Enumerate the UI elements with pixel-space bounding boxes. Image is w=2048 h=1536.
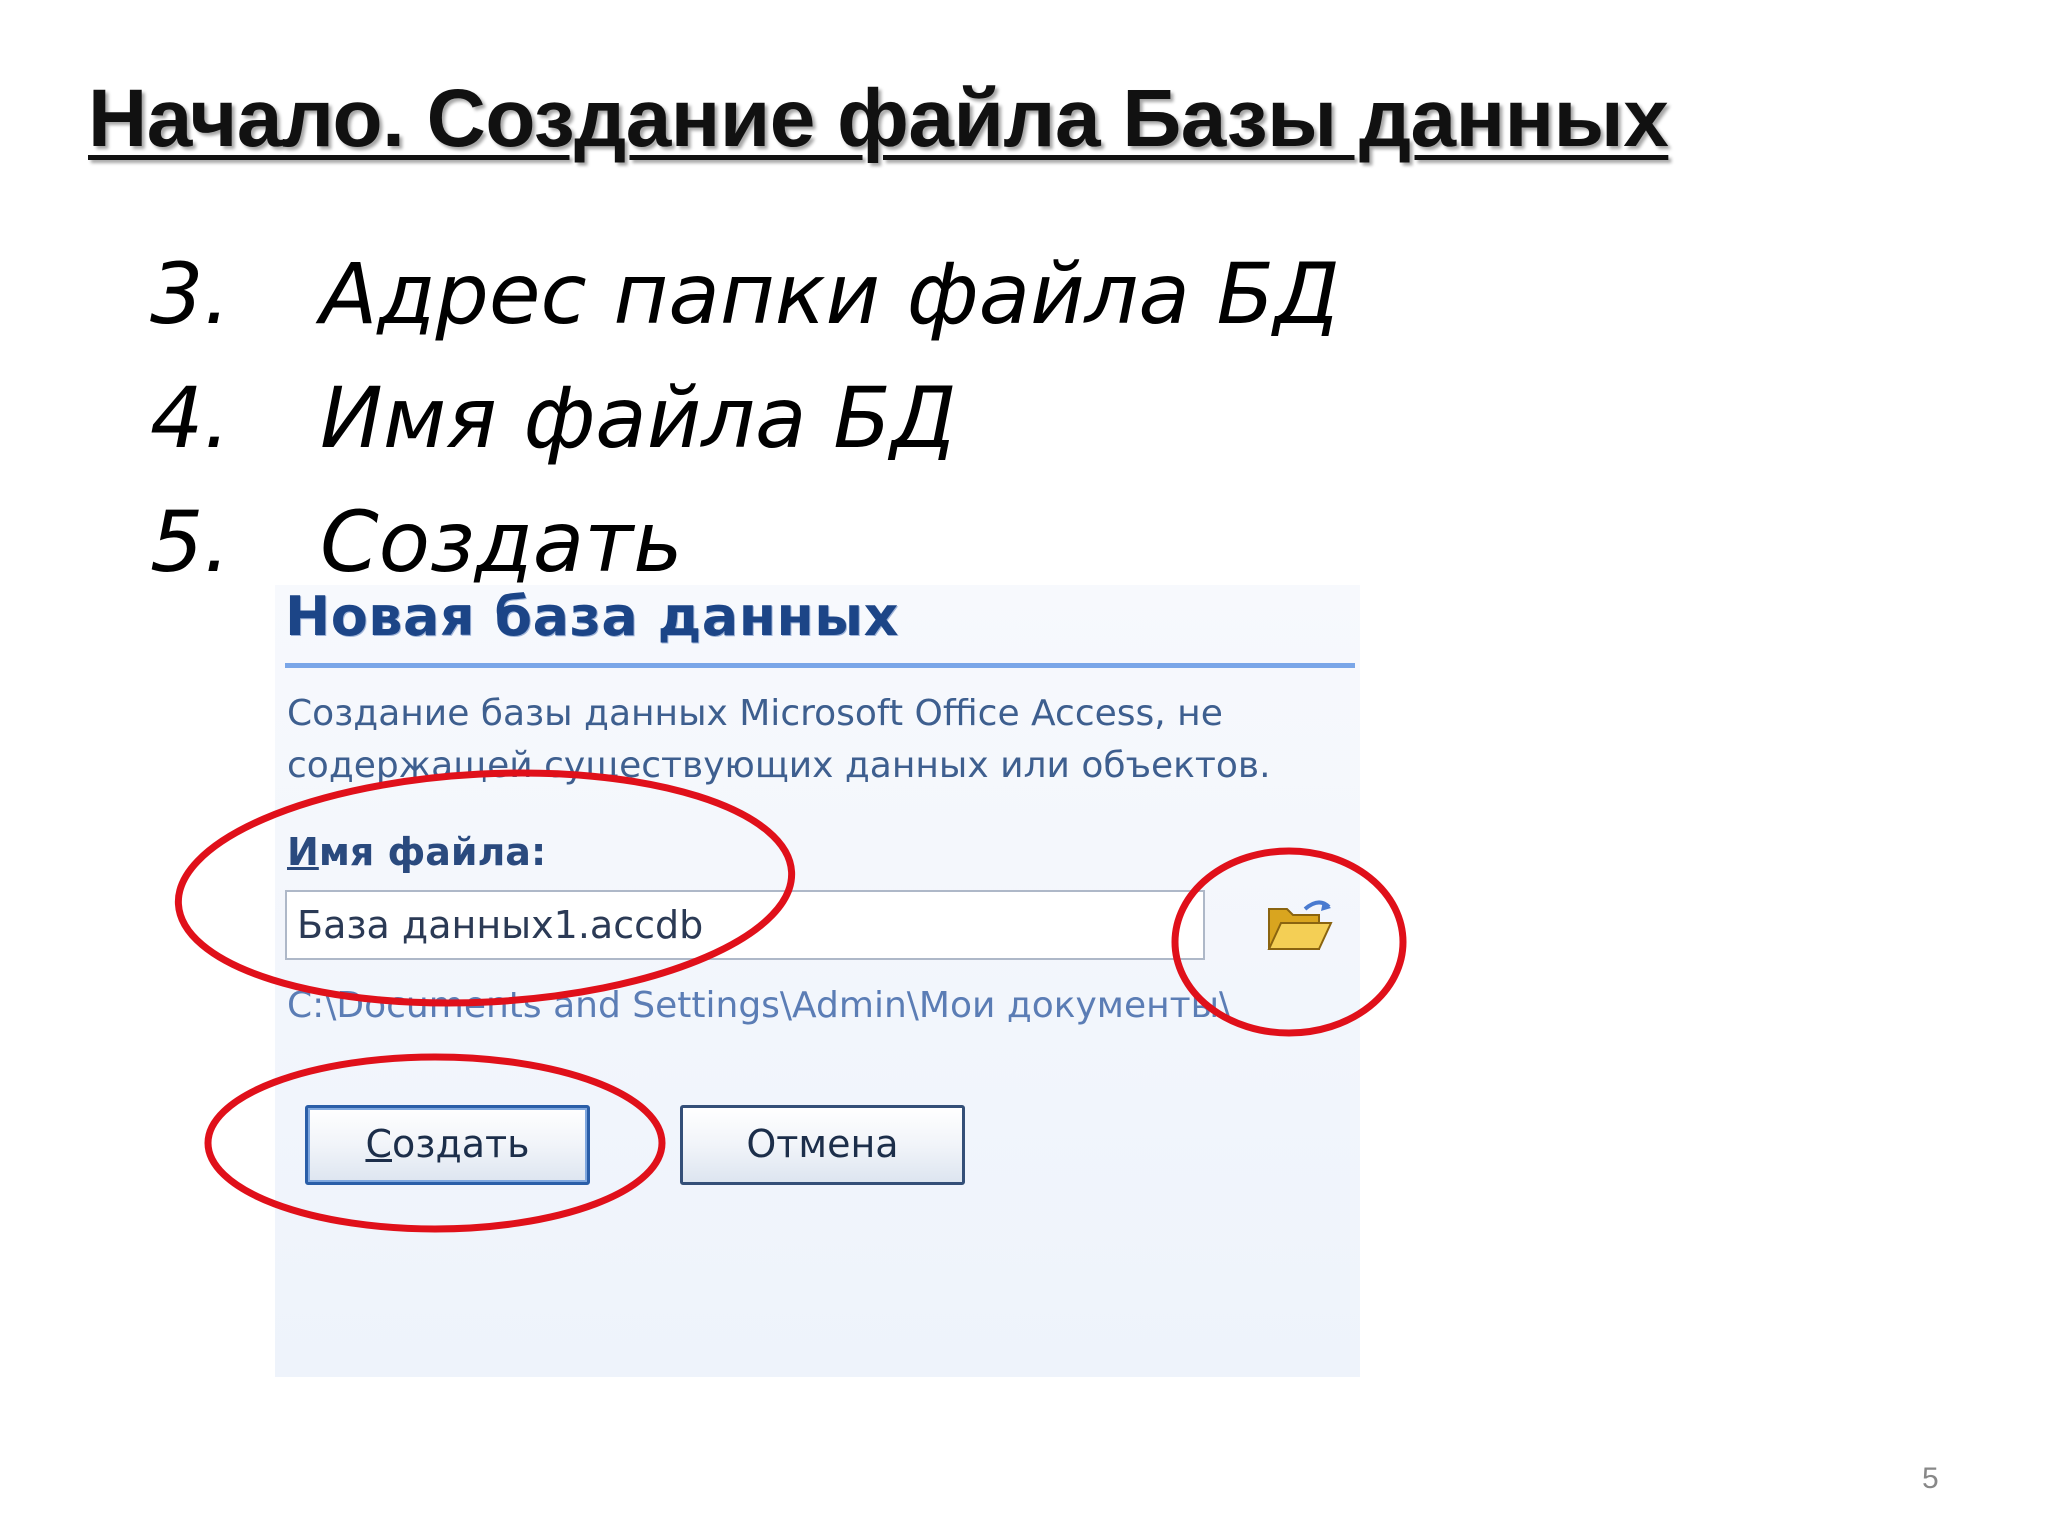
filename-label-access-key: И — [287, 830, 319, 874]
step-text: Создать — [320, 493, 683, 591]
filename-label-text: мя файла: — [318, 830, 547, 874]
step-item: 4. Имя файла БД — [150, 356, 1340, 480]
step-number: 5. — [150, 493, 231, 591]
cancel-button[interactable]: Отмена — [680, 1105, 965, 1185]
step-text: Имя файла БД — [320, 369, 957, 467]
panel-title: Новая база данных — [285, 585, 899, 648]
filename-label: Имя файла: — [287, 830, 546, 874]
filename-input[interactable] — [285, 890, 1205, 960]
create-button[interactable]: Создать — [305, 1105, 590, 1185]
folder-open-icon — [1267, 900, 1333, 950]
browse-folder-button[interactable] — [1265, 895, 1335, 957]
new-database-panel: Новая база данных Создание базы данных M… — [275, 585, 1360, 1377]
create-button-access-key: С — [365, 1122, 392, 1166]
create-button-label: оздать — [392, 1122, 530, 1166]
steps-list: 3. Адрес папки файла БД 4. Имя файла БД … — [150, 232, 1340, 604]
folder-path: C:\Documents and Settings\Admin\Мои доку… — [287, 985, 1232, 1026]
step-number: 3. — [150, 245, 231, 343]
slide-title: Начало. Создание файла Базы данных — [88, 73, 1669, 164]
step-number: 4. — [150, 369, 231, 467]
panel-description: Создание базы данных Microsoft Office Ac… — [287, 693, 1271, 786]
step-item: 3. Адрес папки файла БД — [150, 232, 1340, 356]
step-text: Адрес папки файла БД — [320, 245, 1340, 343]
title-divider — [285, 663, 1355, 668]
page-number: 5 — [1922, 1462, 1939, 1495]
